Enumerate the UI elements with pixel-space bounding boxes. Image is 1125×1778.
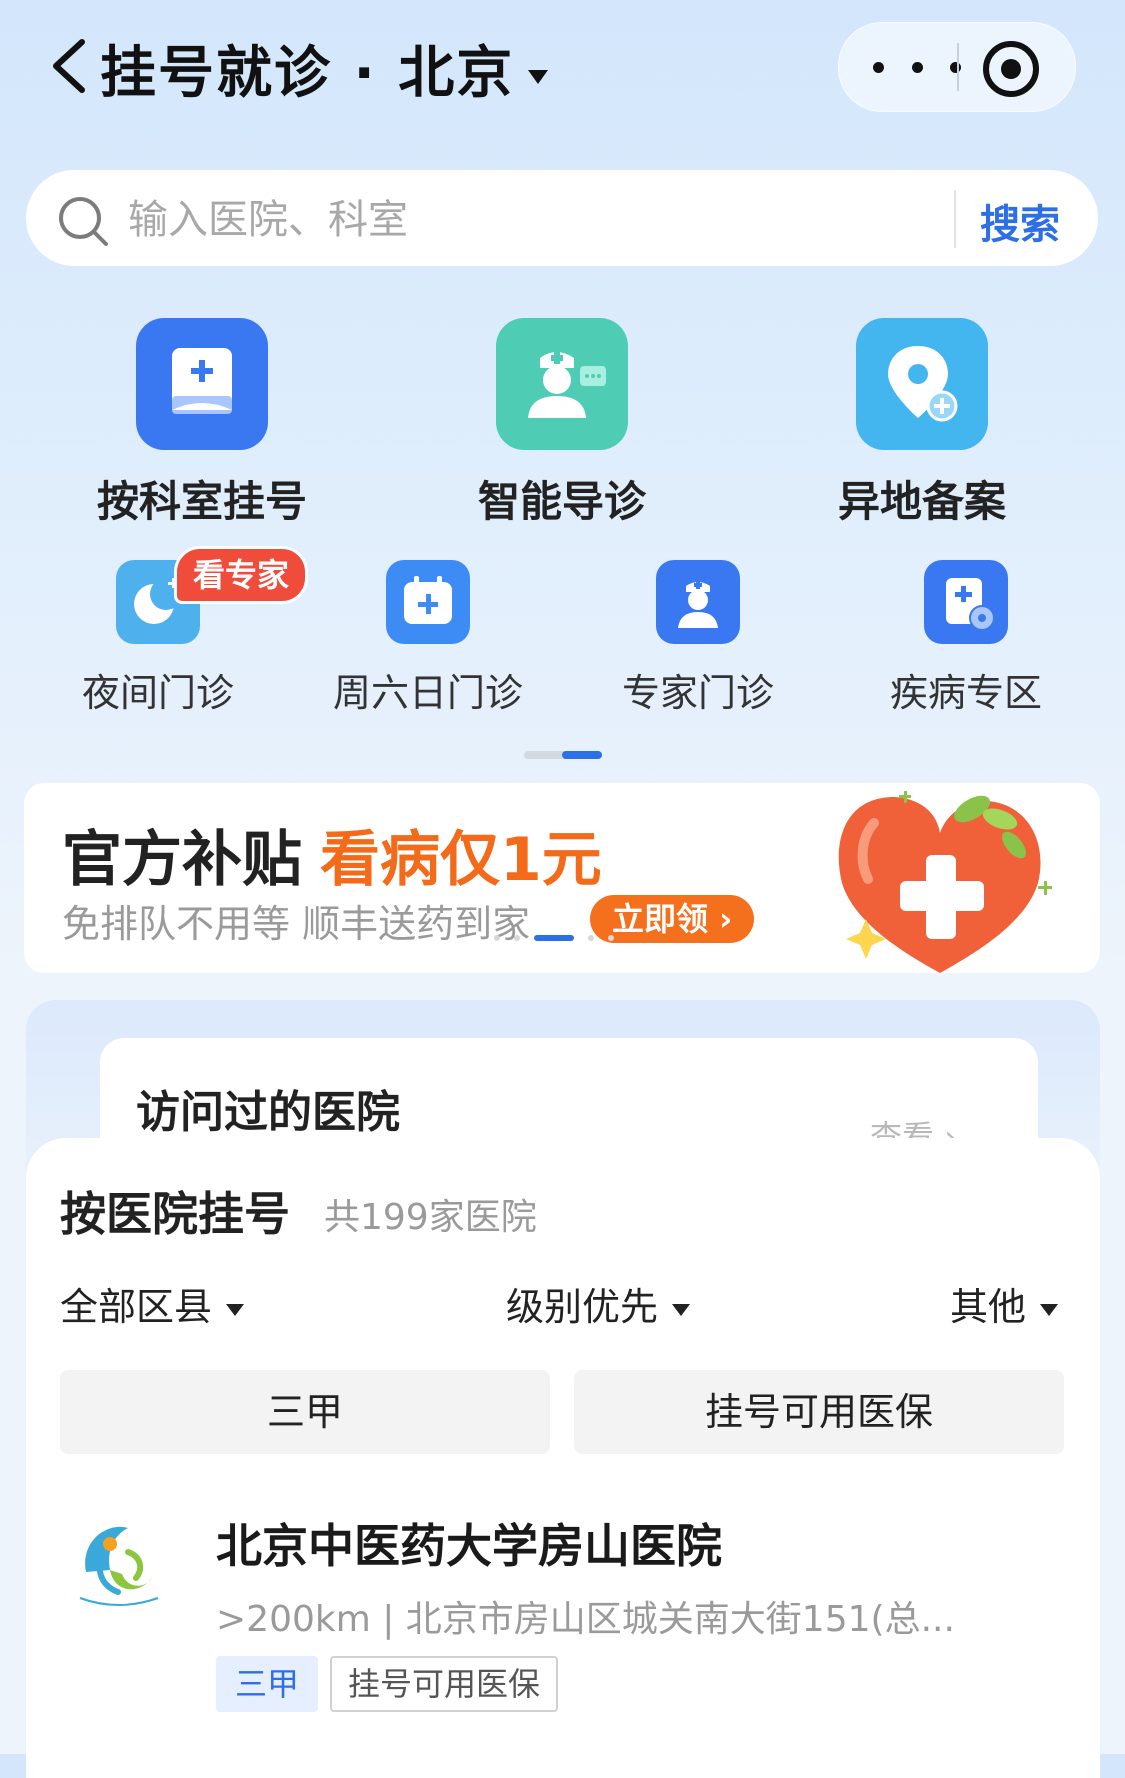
- entry-label: 按科室挂号: [96, 477, 307, 526]
- caret-down-icon: [226, 1303, 245, 1316]
- location-plus-icon: [856, 318, 988, 450]
- filter-district[interactable]: 全部区县: [60, 1276, 245, 1331]
- chip-tertiary-a[interactable]: 三甲: [60, 1370, 550, 1454]
- entry-weekend-clinic[interactable]: 周六日门诊: [308, 560, 548, 717]
- caret-down-icon: [1040, 1303, 1059, 1316]
- banner-subtitle: 免排队不用等 顺丰送药到家: [62, 902, 531, 946]
- chip-insurance[interactable]: 挂号可用医保: [574, 1370, 1064, 1454]
- banner-title-text: 官方补贴: [62, 825, 302, 895]
- entry-label: 智能导诊: [477, 477, 646, 526]
- entry-expert-clinic[interactable]: 专家门诊: [578, 560, 818, 717]
- subsidy-banner[interactable]: 官方补贴 看病仅1元 免排队不用等 顺丰送药到家 立即领 ›: [24, 783, 1100, 973]
- calendar-plus-icon: [386, 560, 470, 644]
- entry-label: 异地备案: [837, 477, 1006, 526]
- entry-label: 疾病专区: [889, 671, 1042, 715]
- entry-department-register[interactable]: 按科室挂号: [52, 318, 352, 529]
- entry-smart-guide[interactable]: 智能导诊: [412, 318, 712, 529]
- filter-other[interactable]: 其他: [950, 1276, 1059, 1331]
- filter-label: 全部区县: [60, 1285, 213, 1329]
- mini-program-capsule: [838, 22, 1076, 112]
- search-bar: 搜索: [26, 170, 1098, 266]
- chevron-left-icon[interactable]: [44, 36, 94, 96]
- entry-page-indicator: [524, 751, 602, 759]
- banner-carousel-dots: [494, 935, 614, 941]
- entry-remote-filing[interactable]: 异地备案: [772, 318, 1072, 529]
- banner-claim-button[interactable]: 立即领 ›: [590, 895, 755, 943]
- entry-label: 周六日门诊: [332, 671, 523, 715]
- filter-label: 其他: [950, 1285, 1027, 1329]
- entry-label: 专家门诊: [621, 671, 774, 715]
- city-dropdown-icon[interactable]: [528, 69, 549, 84]
- hospital-meta: >200km | 北京市房山区城关南大街151(总...: [216, 1599, 955, 1640]
- hospital-count: 共199家医院: [324, 1197, 537, 1238]
- filter-label: 级别优先: [506, 1285, 659, 1329]
- heart-medical-cross-icon: [838, 791, 1052, 973]
- hospital-name[interactable]: 北京中医药大学房山医院: [216, 1510, 722, 1576]
- capsule-divider: [957, 43, 959, 91]
- filter-level[interactable]: 级别优先: [506, 1276, 691, 1331]
- page-title[interactable]: 挂号就诊 · 北京: [100, 28, 549, 109]
- expert-badge: 看专家: [174, 546, 309, 604]
- search-input[interactable]: [126, 192, 950, 248]
- doctor-icon: [656, 560, 740, 644]
- visited-title: 访问过的医院: [136, 1087, 400, 1138]
- banner-highlight: 看病仅1元: [320, 825, 602, 895]
- record-icon[interactable]: [983, 41, 1039, 97]
- entry-disease-zone[interactable]: 疾病专区: [846, 560, 1086, 717]
- disease-doc-icon: [924, 560, 1008, 644]
- hospital-list-title: 按医院挂号: [60, 1187, 290, 1241]
- hospital-tag-insurance: 挂号可用医保: [330, 1656, 559, 1712]
- caret-down-icon: [672, 1303, 691, 1316]
- nurse-guide-icon: [496, 318, 628, 450]
- hospital-logo-icon: [74, 1516, 162, 1606]
- more-dots-icon[interactable]: [873, 53, 961, 81]
- department-register-icon: [136, 318, 268, 450]
- search-button[interactable]: 搜索: [980, 192, 1060, 250]
- entry-label: 夜间门诊: [81, 671, 234, 715]
- page-title-text: 挂号就诊 · 北京: [100, 41, 515, 106]
- search-divider: [954, 190, 956, 248]
- search-icon: [59, 197, 108, 246]
- banner-title: 官方补贴 看病仅1元: [62, 811, 602, 898]
- hospital-tag-level: 三甲: [216, 1656, 318, 1712]
